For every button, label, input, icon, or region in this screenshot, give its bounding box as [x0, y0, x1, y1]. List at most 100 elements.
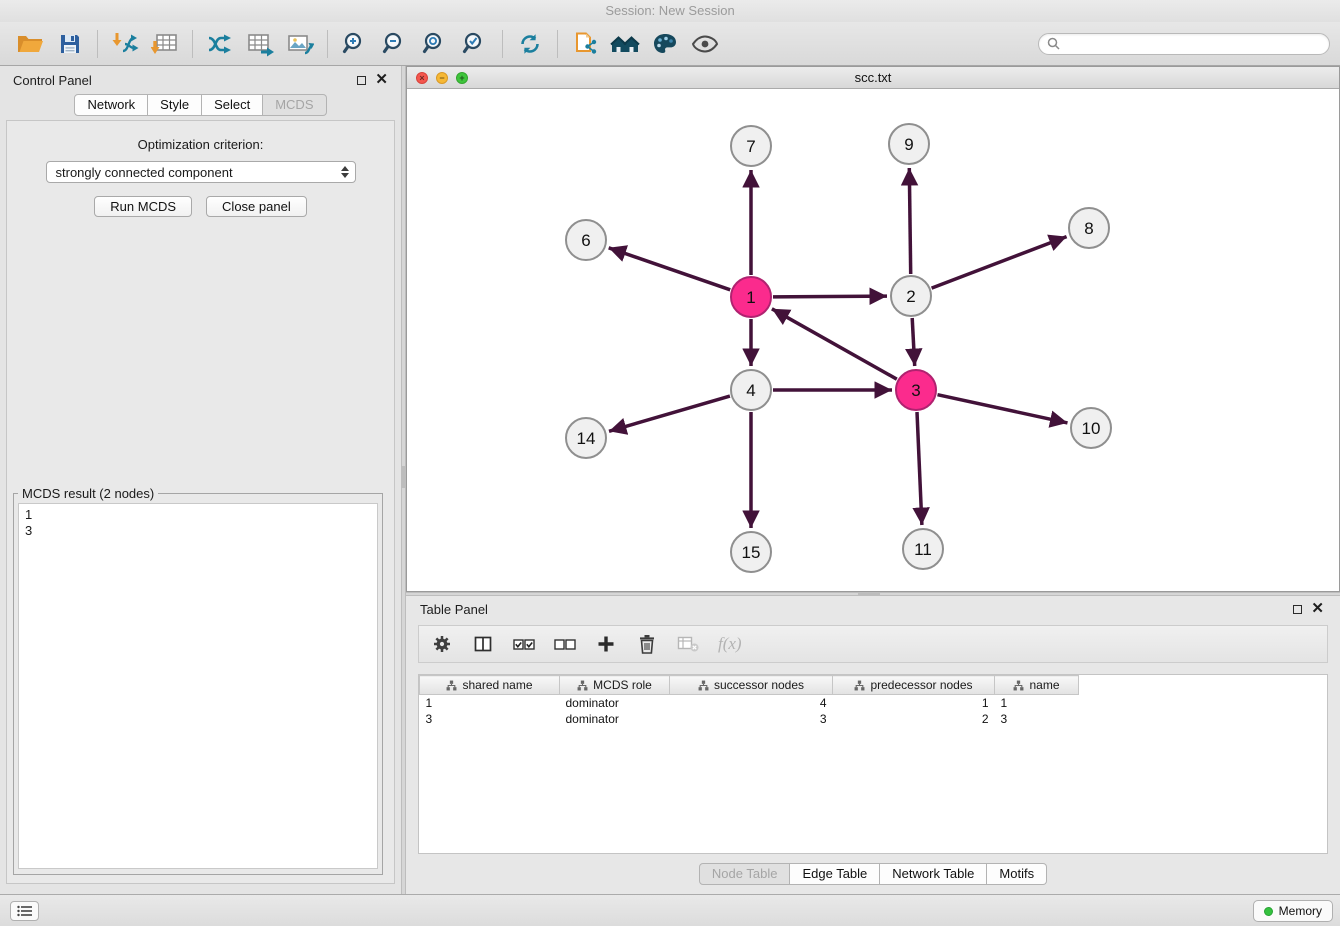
node-1[interactable]: 1 [731, 277, 771, 317]
column-header-successor-nodes[interactable]: successor nodes [670, 676, 833, 695]
zoom-fit-button[interactable] [415, 26, 455, 62]
toolbar-separator [557, 30, 558, 58]
tab-select[interactable]: Select [202, 94, 263, 116]
mcds-result-text: 1 3 [19, 504, 377, 542]
edge-1-6[interactable] [609, 248, 731, 290]
show-hide-graphics-button[interactable] [685, 26, 725, 62]
zoom-selected-button[interactable] [455, 26, 495, 62]
node-6[interactable]: 6 [566, 220, 606, 260]
tab-mcds[interactable]: MCDS [263, 94, 326, 116]
network-view[interactable]: 7 9 6 8 1 2 4 3 14 10 15 11 [407, 89, 1339, 591]
control-panel-header: Control Panel ✕ [0, 66, 401, 94]
maximize-window-icon[interactable]: + [456, 72, 468, 84]
mcds-result-box[interactable]: 1 3 [18, 503, 378, 869]
first-neighbors-button[interactable] [605, 26, 645, 62]
zoom-selected-icon [462, 31, 488, 57]
new-network-icon [206, 31, 234, 57]
node-11[interactable]: 11 [903, 529, 943, 569]
float-panel-icon[interactable] [357, 76, 366, 85]
node-8[interactable]: 8 [1069, 208, 1109, 248]
delete-table-button[interactable] [677, 635, 699, 653]
node-label: 11 [914, 540, 932, 559]
network-canvas[interactable]: 7 9 6 8 1 2 4 3 14 10 15 11 [407, 89, 1339, 591]
node-label: 10 [1082, 419, 1101, 438]
column-header-shared-name[interactable]: shared name [420, 676, 560, 695]
apply-layout-button[interactable] [510, 26, 550, 62]
float-panel-icon[interactable] [1293, 605, 1302, 614]
tab-style[interactable]: Style [148, 94, 202, 116]
close-panel-button[interactable]: Close panel [206, 196, 307, 217]
new-table-icon [246, 31, 274, 57]
toolbar-separator [97, 30, 98, 58]
select-all-button[interactable] [513, 635, 535, 653]
show-columns-button[interactable] [472, 634, 494, 654]
search-input[interactable] [1065, 37, 1321, 51]
export-image-button[interactable] [280, 26, 320, 62]
search-box[interactable] [1038, 33, 1330, 55]
node-9[interactable]: 9 [889, 124, 929, 164]
table-row[interactable]: 3dominator323 [420, 711, 1079, 727]
node-4[interactable]: 4 [731, 370, 771, 410]
edge-2-8[interactable] [932, 237, 1067, 289]
edge-2-9[interactable] [909, 168, 910, 274]
node-2[interactable]: 2 [891, 276, 931, 316]
edge-3-10[interactable] [938, 395, 1068, 423]
optimization-select[interactable]: strongly connected component [46, 161, 356, 183]
plus-icon [596, 634, 616, 654]
column-header-predecessor-nodes[interactable]: predecessor nodes [833, 676, 995, 695]
open-session-button[interactable] [10, 26, 50, 62]
close-panel-icon[interactable]: ✕ [375, 75, 388, 85]
add-column-button[interactable] [595, 634, 617, 654]
search-icon [1047, 37, 1060, 50]
node-7[interactable]: 7 [731, 126, 771, 166]
style-button[interactable] [645, 26, 685, 62]
optimization-select-value: strongly connected component [56, 165, 339, 180]
table-cell: 1 [420, 695, 560, 711]
node-15[interactable]: 15 [731, 532, 771, 572]
column-header-mcds-role[interactable]: MCDS role [560, 676, 670, 695]
attribute-type-icon [854, 680, 865, 691]
function-builder-button[interactable]: f(x) [718, 634, 742, 654]
new-network-button[interactable] [200, 26, 240, 62]
zoom-in-button[interactable] [335, 26, 375, 62]
open-folder-icon [16, 31, 44, 57]
edge-3-1[interactable] [772, 309, 897, 379]
tab-node-table[interactable]: Node Table [699, 863, 791, 885]
zoom-out-button[interactable] [375, 26, 415, 62]
memory-button[interactable]: Memory [1253, 900, 1333, 922]
run-mcds-button[interactable]: Run MCDS [94, 196, 192, 217]
edge-2-3[interactable] [912, 318, 915, 366]
zoom-in-icon [342, 31, 368, 57]
column-header-name[interactable]: name [995, 676, 1079, 695]
attribute-type-icon [1013, 680, 1024, 691]
minimize-window-icon[interactable]: − [436, 72, 448, 84]
save-session-button[interactable] [50, 26, 90, 62]
table-settings-button[interactable] [431, 634, 453, 654]
node-10[interactable]: 10 [1071, 408, 1111, 448]
show-panels-button[interactable] [10, 901, 39, 921]
tab-network-table[interactable]: Network Table [880, 863, 987, 885]
table-cell: 3 [995, 711, 1079, 727]
import-table-file-button[interactable] [145, 26, 185, 62]
toolbar-separator [502, 30, 503, 58]
optimization-criterion-label: Optimization criterion: [7, 137, 394, 152]
tab-motifs[interactable]: Motifs [987, 863, 1047, 885]
deselect-all-button[interactable] [554, 635, 576, 653]
close-window-icon[interactable]: × [416, 72, 428, 84]
select-stepper-icon [339, 166, 352, 178]
tab-edge-table[interactable]: Edge Table [790, 863, 880, 885]
new-table-button[interactable] [240, 26, 280, 62]
node-14[interactable]: 14 [566, 418, 606, 458]
duplicate-network-button[interactable] [565, 26, 605, 62]
close-panel-icon[interactable]: ✕ [1311, 604, 1324, 614]
tab-network[interactable]: Network [74, 94, 148, 116]
node-3[interactable]: 3 [896, 370, 936, 410]
table-panel-title: Table Panel [420, 602, 488, 617]
import-network-file-button[interactable] [105, 26, 145, 62]
workspace: × − + scc.txt 7 9 6 8 1 2 4 3 [406, 66, 1340, 894]
edge-4-14[interactable] [609, 396, 730, 431]
delete-column-button[interactable] [636, 634, 658, 654]
edge-3-11[interactable] [917, 412, 922, 525]
edge-1-2[interactable] [773, 296, 887, 297]
table-row[interactable]: 1dominator411 [420, 695, 1079, 711]
